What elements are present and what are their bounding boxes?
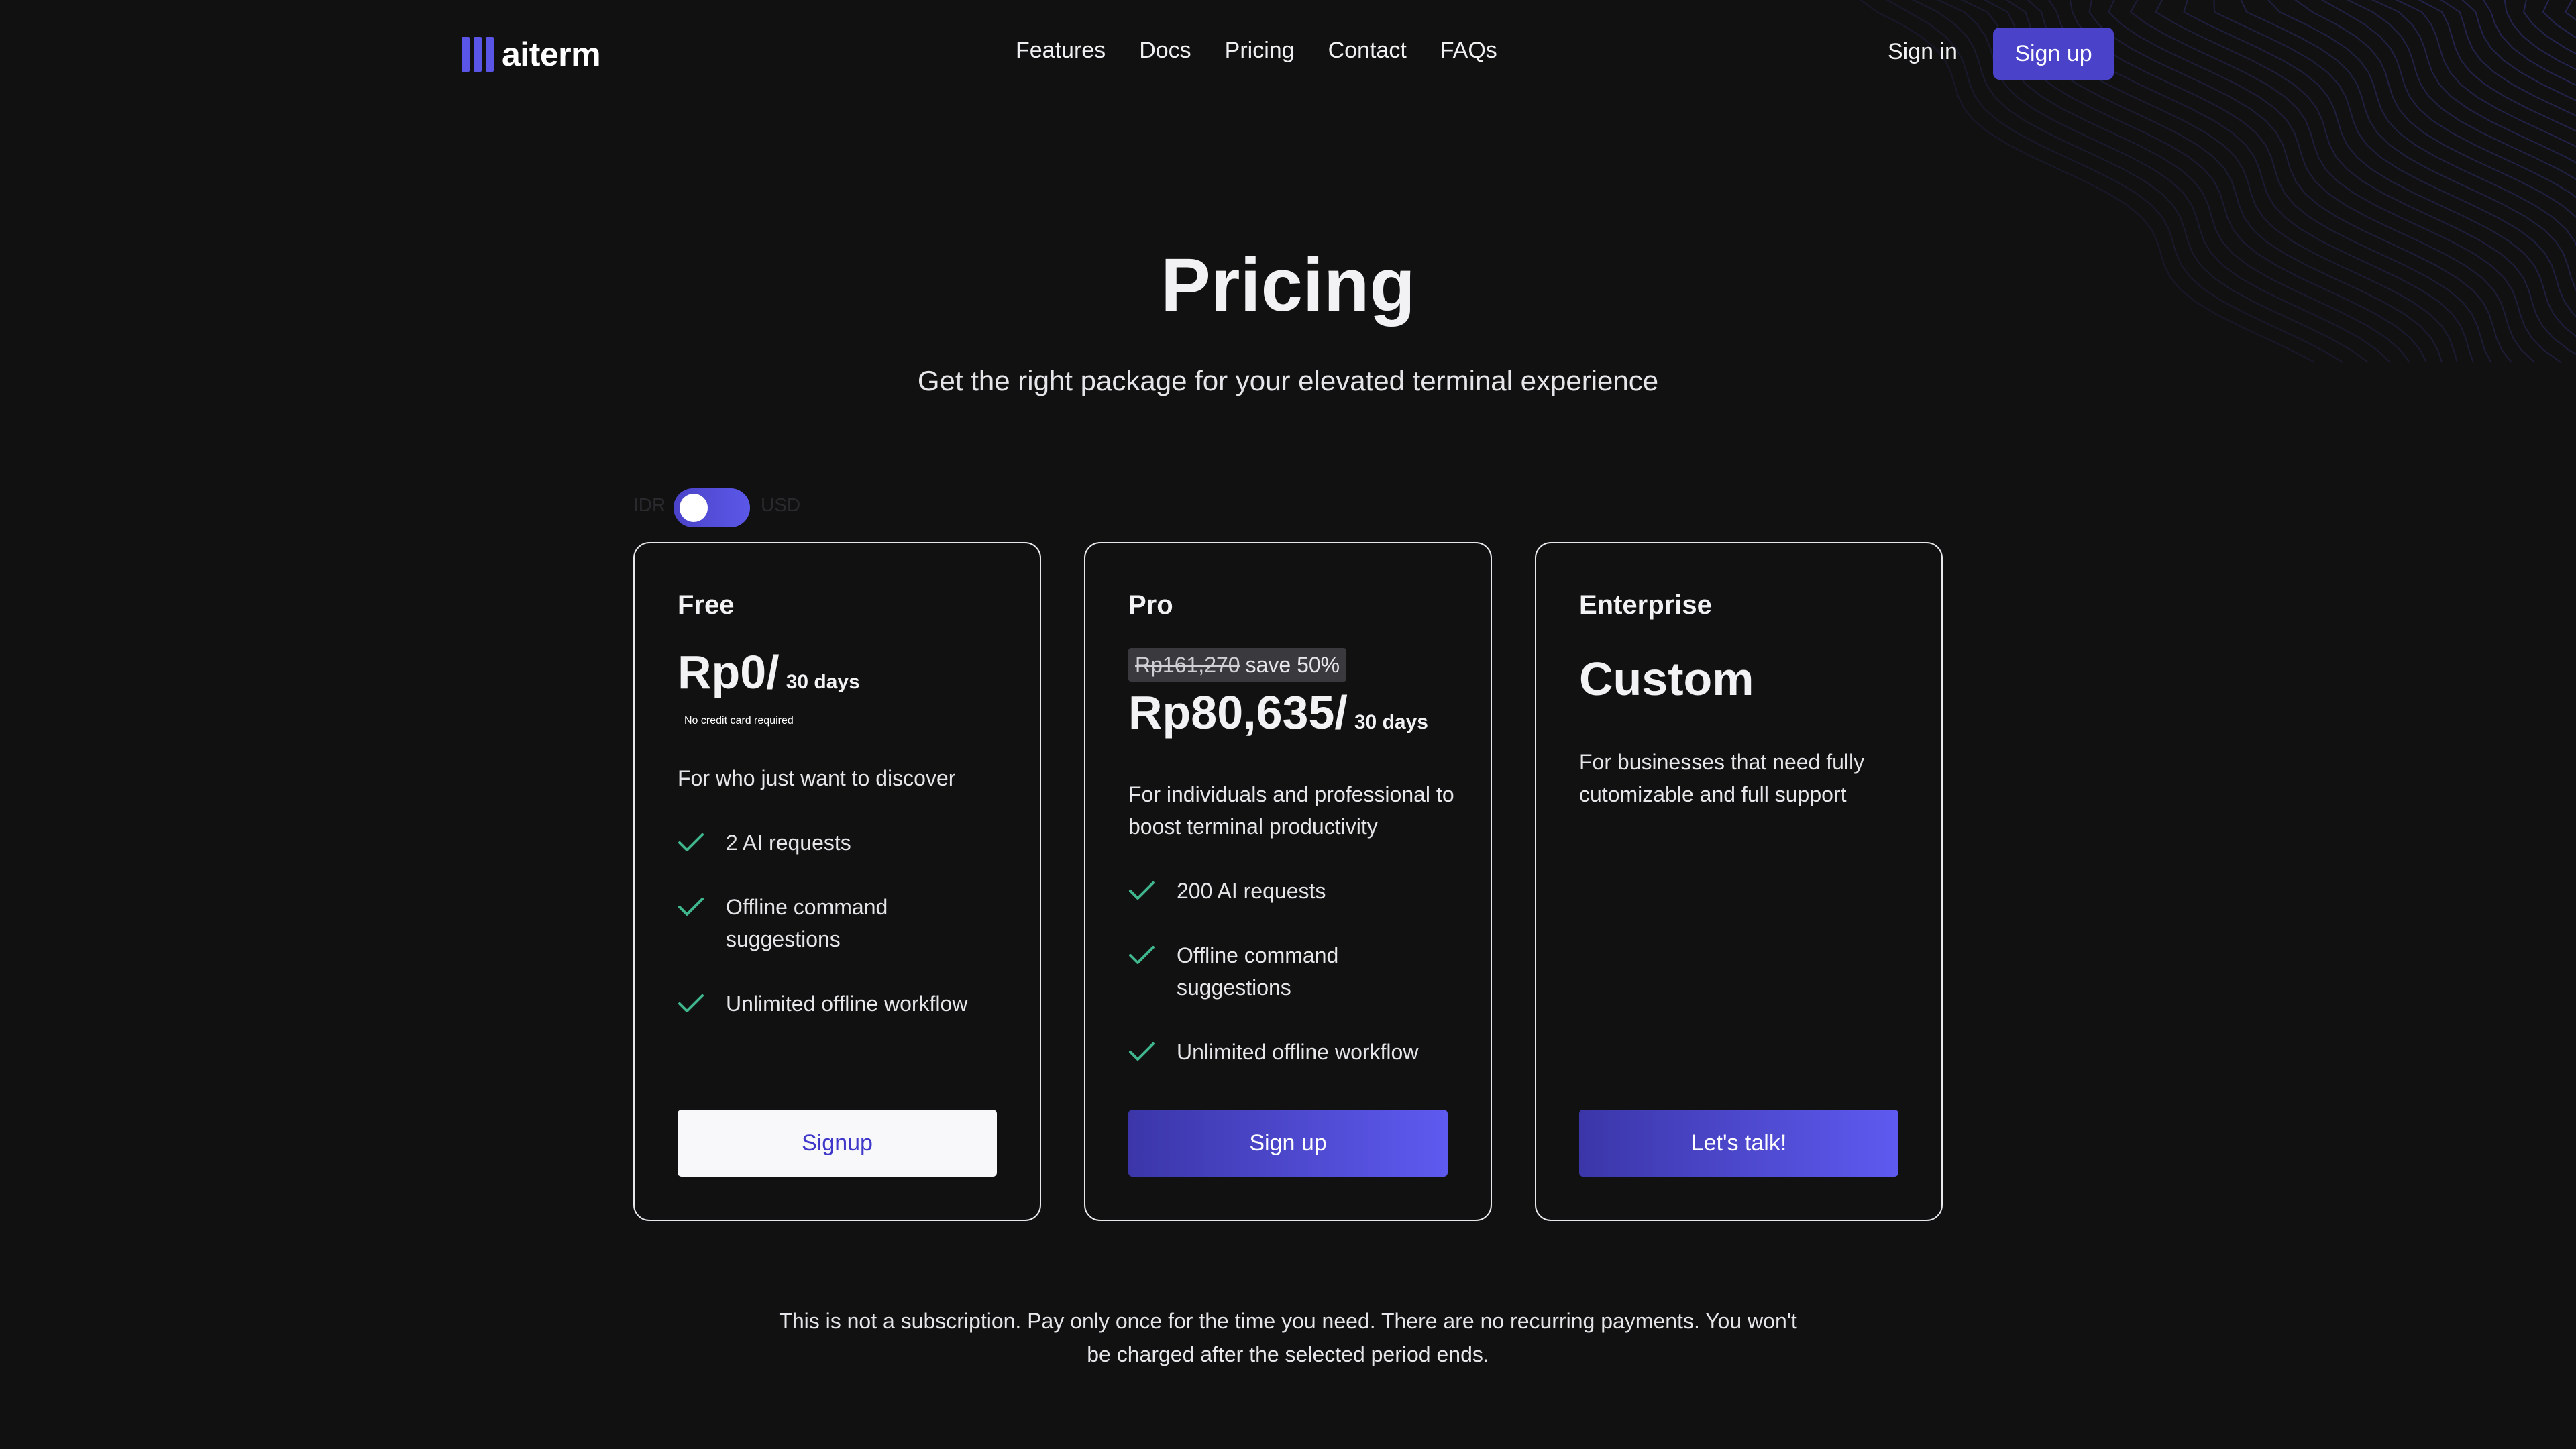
- discount-badge: Rp161,270 save 50%: [1128, 648, 1347, 682]
- price-period: 30 days: [1354, 711, 1428, 733]
- feature-text: Unlimited offline workflow: [1177, 1040, 1419, 1064]
- nav-link-contact[interactable]: Contact: [1328, 38, 1407, 64]
- feature-item: Unlimited offline workflow: [1128, 1036, 1452, 1068]
- nav-link-docs[interactable]: Docs: [1139, 38, 1191, 64]
- check-icon: [1128, 939, 1159, 971]
- toggle-knob: [680, 494, 708, 522]
- bars-logo-icon: [462, 37, 494, 72]
- sign-up-button[interactable]: Sign up: [1993, 28, 2114, 80]
- signup-button-pro[interactable]: Sign up: [1128, 1110, 1448, 1177]
- currency-toggle[interactable]: [674, 488, 750, 527]
- feature-text: Offline command suggestions: [726, 895, 888, 951]
- price-amount: Rp80,635/: [1128, 686, 1348, 739]
- nav-link-features[interactable]: Features: [1016, 38, 1106, 64]
- brand-name: aiterm: [502, 36, 601, 73]
- plan-description: For who just want to discover: [678, 766, 956, 790]
- check-icon: [1128, 875, 1159, 907]
- nav-links: Features Docs Pricing Contact FAQs: [1016, 38, 1497, 64]
- feature-item: 200 AI requests: [1128, 875, 1452, 907]
- sign-in-link[interactable]: Sign in: [1888, 39, 1957, 65]
- plan-description: For businesses that need fully cutomizab…: [1579, 750, 1865, 806]
- feature-text: Unlimited offline workflow: [726, 991, 968, 1016]
- plan-card-free: Free Rp0/ 30 days No credit card require…: [633, 542, 1041, 1221]
- check-icon: [678, 891, 708, 923]
- feature-text: 2 AI requests: [726, 830, 851, 855]
- top-navigation: aiterm Features Docs Pricing Contact FAQ…: [0, 0, 2576, 107]
- plan-description: For individuals and professional to boos…: [1128, 782, 1454, 839]
- currency-label-usd: USD: [761, 494, 801, 515]
- page-title: Pricing: [1161, 243, 1415, 327]
- discount-label: save 50%: [1245, 652, 1340, 677]
- no-credit-card-note: No credit card required: [684, 715, 794, 727]
- plan-name: Pro: [1128, 590, 1173, 620]
- plan-card-enterprise: Enterprise Custom For businesses that ne…: [1535, 542, 1943, 1221]
- plan-name: Enterprise: [1579, 590, 1712, 620]
- logo[interactable]: aiterm: [462, 35, 601, 74]
- nav-link-faqs[interactable]: FAQs: [1440, 38, 1497, 64]
- original-price: Rp161,270: [1135, 652, 1240, 677]
- payment-footnote: This is not a subscription. Pay only onc…: [779, 1309, 1797, 1366]
- nav-link-pricing[interactable]: Pricing: [1225, 38, 1295, 64]
- feature-item: Offline command suggestions: [678, 891, 1001, 955]
- feature-item: Offline command suggestions: [1128, 939, 1452, 1004]
- feature-text: Offline command suggestions: [1177, 943, 1339, 1000]
- plan-card-pro: Pro Rp161,270 save 50% Rp80,635/ 30 days…: [1084, 542, 1492, 1221]
- signup-button-free[interactable]: Signup: [678, 1110, 997, 1177]
- check-icon: [678, 826, 708, 859]
- currency-label-idr: IDR: [633, 494, 666, 515]
- plan-name: Free: [678, 590, 735, 620]
- check-icon: [1128, 1036, 1159, 1068]
- plan-price: Custom: [1579, 652, 1754, 706]
- feature-item: 2 AI requests: [678, 826, 1001, 859]
- price-period: 30 days: [786, 671, 860, 693]
- price-amount: Rp0/: [678, 646, 780, 698]
- plan-price: Rp80,635/ 30 days: [1128, 686, 1428, 739]
- lets-talk-button[interactable]: Let's talk!: [1579, 1110, 1898, 1177]
- feature-item: Unlimited offline workflow: [678, 987, 1001, 1020]
- check-icon: [678, 987, 708, 1020]
- price-amount: Custom: [1579, 653, 1754, 705]
- page-subtitle: Get the right package for your elevated …: [917, 365, 1659, 396]
- feature-text: 200 AI requests: [1177, 879, 1326, 903]
- plan-price: Rp0/ 30 days: [678, 645, 860, 699]
